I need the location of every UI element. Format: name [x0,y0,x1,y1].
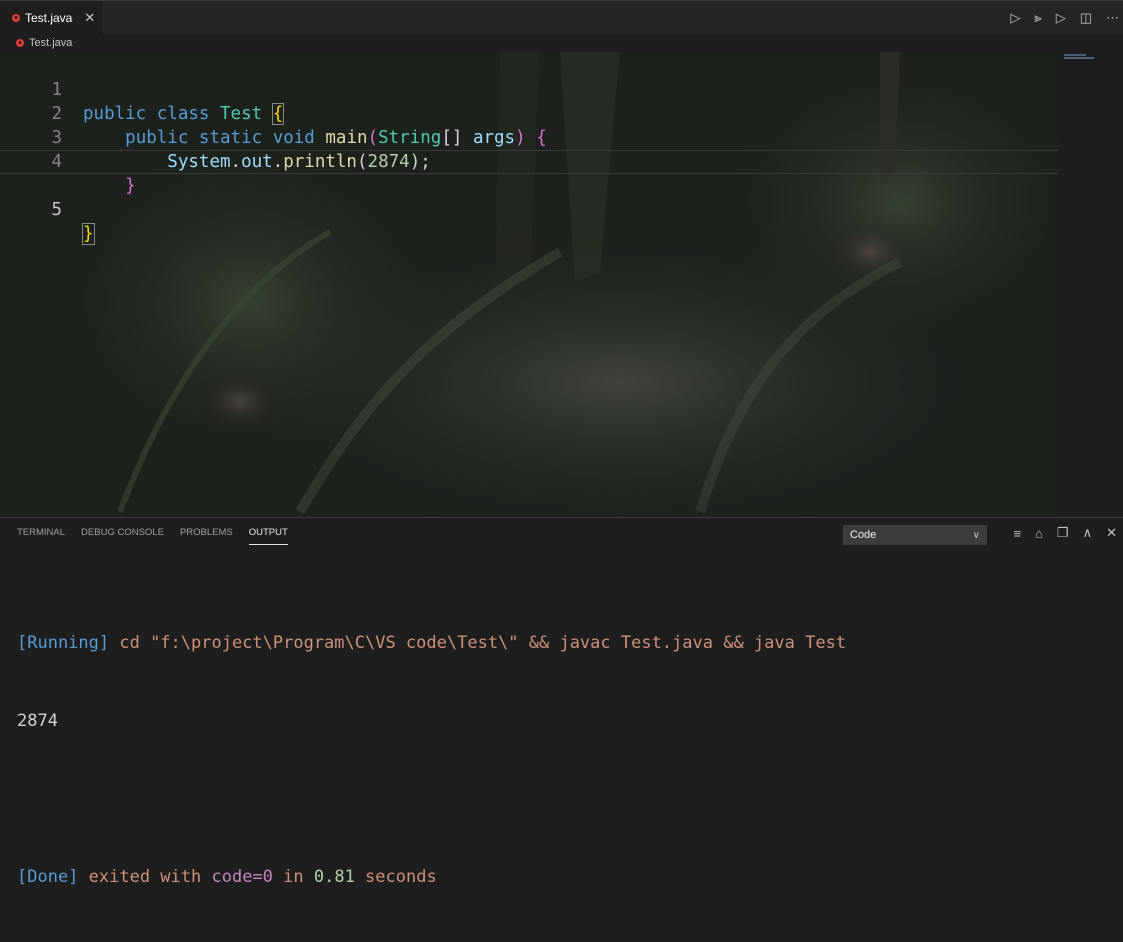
chevron-down-icon: ∨ [972,529,980,541]
close-tab-icon[interactable]: ✕ [84,10,95,26]
java-file-icon [12,14,20,22]
done-text: in [272,867,314,887]
output-line-result: 2874 [17,708,1117,734]
code-line-5[interactable]: 5 } [0,150,1060,245]
brace: } [82,223,95,245]
maximize-panel-icon[interactable]: ∧ [1083,525,1093,541]
running-command: cd "f:\project\Program\C\VS code\Test\" … [109,633,847,653]
run-java-icon[interactable]: ▷ [1056,10,1066,26]
minimap-line [1064,54,1086,56]
bottom-panel: TERMINAL DEBUG CONSOLE PROBLEMS OUTPUT C… [0,517,1123,887]
panel-actions: ≡ ⌂ ❐ ∧ ✕ [1013,518,1117,548]
current-line-highlight [0,150,1060,174]
done-tag: [Done] [17,867,79,887]
minimap-line [1064,57,1094,59]
clear-output-icon[interactable]: ≡ [1013,526,1021,541]
copy-icon[interactable]: ❐ [1057,525,1069,541]
debug-run-icon[interactable]: ⪢ [1034,10,1041,26]
program-output: 2874 [17,711,58,731]
java-file-icon [16,39,24,47]
brace: } [125,176,136,196]
tab-label: Test.java [25,11,73,25]
tab-terminal[interactable]: TERMINAL [17,518,65,548]
output-channel-value: Code [850,529,877,541]
more-actions-icon[interactable]: ⋯ [1106,10,1119,26]
tab-test-java[interactable]: Test.java ✕ [0,1,102,35]
breadcrumb: Test.java [0,34,1123,52]
output-text[interactable]: [Running] cd "f:\project\Program\C\VS co… [17,578,1117,942]
breadcrumb-file[interactable]: Test.java [29,37,72,49]
running-tag: [Running] [17,633,110,653]
elapsed-time: 0.81 [313,867,355,887]
code-lines[interactable]: 1 public class Test { 2 public static vo… [0,54,1060,245]
editor-tab-bar: Test.java ✕ ▷ ⪢ ▷ ◫ ⋯ [0,0,1123,35]
code-editor[interactable]: 1 public class Test { 2 public static vo… [0,52,1123,517]
done-text: seconds [354,867,437,887]
tab-output[interactable]: OUTPUT [248,518,288,548]
code-line-1[interactable]: 1 public class Test { [0,54,1060,125]
line-number: 5 [51,200,62,220]
close-panel-icon[interactable]: ✕ [1106,525,1117,541]
output-channel-select[interactable]: Code ∨ [843,525,987,545]
output-line-done: [Done] exited with code=0 in 0.81 second… [17,864,1117,890]
lock-scroll-icon[interactable]: ⌂ [1035,526,1043,541]
minimap[interactable] [1058,52,1123,517]
split-editor-icon[interactable]: ◫ [1080,10,1092,26]
done-text: exited with [78,867,212,887]
output-line-running: [Running] cd "f:\project\Program\C\VS co… [17,630,1117,656]
tab-problems[interactable]: PROBLEMS [180,518,233,548]
editor-actions: ▷ ⪢ ▷ ◫ ⋯ [1010,1,1119,35]
code-line-2[interactable]: 2 public static void main(String[] args)… [0,78,1060,148]
tab-debug-console[interactable]: DEBUG CONSOLE [81,518,164,548]
code-line-4[interactable]: 4 } [0,126,1060,196]
panel-tabs: TERMINAL DEBUG CONSOLE PROBLEMS OUTPUT [0,518,304,548]
output-line-blank [17,786,1117,812]
exit-code: code=0 [211,867,273,887]
code-line-3[interactable]: 3 System.out.println(2874); [0,102,1060,172]
run-code-icon[interactable]: ▷ [1010,10,1020,26]
